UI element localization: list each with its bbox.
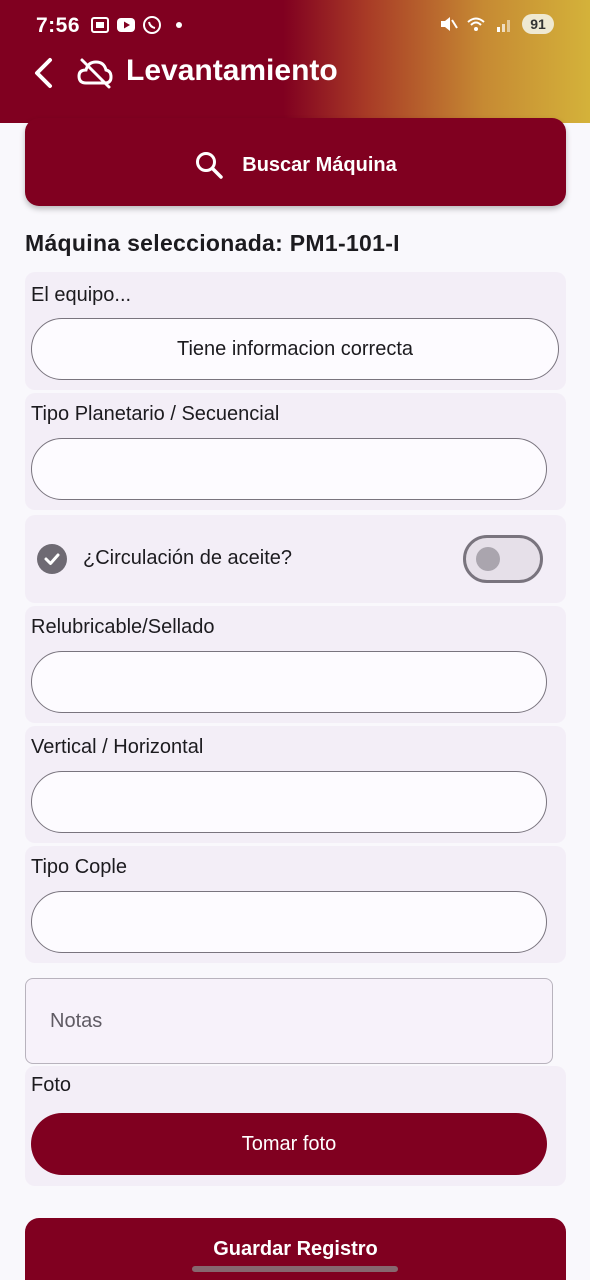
search-machine-button[interactable]: Buscar Máquina xyxy=(25,118,566,206)
search-icon xyxy=(196,152,223,179)
search-button-label: Buscar Máquina xyxy=(242,153,397,176)
notes-input[interactable] xyxy=(26,979,552,1063)
relubricable-label: Relubricable/Sellado xyxy=(31,616,215,638)
status-time: 7:56 xyxy=(36,14,81,37)
back-arrow-icon[interactable] xyxy=(30,56,58,90)
toggle-knob xyxy=(476,547,500,571)
check-circle-icon xyxy=(37,544,67,574)
equipo-select[interactable]: Tiene informacion correcta xyxy=(31,318,559,380)
equipo-card: El equipo... Tiene informacion correcta xyxy=(25,272,566,390)
wifi-icon xyxy=(467,17,485,31)
relubricable-input[interactable] xyxy=(31,651,547,713)
tipo-planetario-label: Tipo Planetario / Secuencial xyxy=(31,403,280,425)
tipo-planetario-card: Tipo Planetario / Secuencial xyxy=(25,393,566,510)
vertical-card: Vertical / Horizontal xyxy=(25,726,566,843)
tipo-cople-label: Tipo Cople xyxy=(31,856,127,878)
tipo-cople-value xyxy=(32,892,546,952)
vertical-label: Vertical / Horizontal xyxy=(31,736,204,758)
relubricable-value xyxy=(32,652,546,712)
tipo-planetario-input[interactable] xyxy=(31,438,547,500)
vertical-input[interactable] xyxy=(31,771,547,833)
foto-label: Foto xyxy=(31,1074,72,1096)
app-bar: 7:56 91 Levantamiento xyxy=(0,0,590,123)
relubricable-card: Relubricable/Sellado xyxy=(25,606,566,723)
circulacion-toggle[interactable] xyxy=(463,535,543,583)
battery-indicator: 91 xyxy=(522,14,554,34)
take-photo-button[interactable]: Tomar foto xyxy=(31,1113,547,1175)
status-bar: 7:56 91 xyxy=(0,0,590,54)
home-indicator[interactable] xyxy=(192,1266,398,1272)
save-record-label: Guardar Registro xyxy=(213,1237,378,1260)
signal-icon xyxy=(497,20,510,32)
whatsapp-icon xyxy=(143,16,161,34)
mute-icon xyxy=(441,17,458,31)
title-row: Levantamiento xyxy=(0,50,590,96)
screenshot-icon xyxy=(91,17,109,33)
more-notifications-dot xyxy=(176,22,182,28)
tipo-planetario-value xyxy=(32,439,546,499)
vertical-value xyxy=(32,772,546,832)
tipo-cople-input[interactable] xyxy=(31,891,547,953)
circulacion-label: ¿Circulación de aceite? xyxy=(83,547,292,569)
notification-icons xyxy=(90,15,182,35)
youtube-icon xyxy=(117,18,135,32)
page-title: Levantamiento xyxy=(126,54,338,87)
equipo-value: Tiene informacion correcta xyxy=(176,337,414,360)
equipo-label: El equipo... xyxy=(31,284,132,306)
system-icons: 91 xyxy=(438,14,554,34)
circulacion-card: ¿Circulación de aceite? xyxy=(25,515,566,603)
selected-machine-text: Máquina seleccionada: PM1-101-I xyxy=(25,230,400,256)
take-photo-label: Tomar foto xyxy=(241,1132,337,1155)
tipo-cople-card: Tipo Cople xyxy=(25,846,566,963)
cloud-off-icon xyxy=(77,58,113,89)
foto-card: Foto Tomar foto xyxy=(25,1066,566,1186)
notes-field[interactable] xyxy=(25,978,553,1064)
